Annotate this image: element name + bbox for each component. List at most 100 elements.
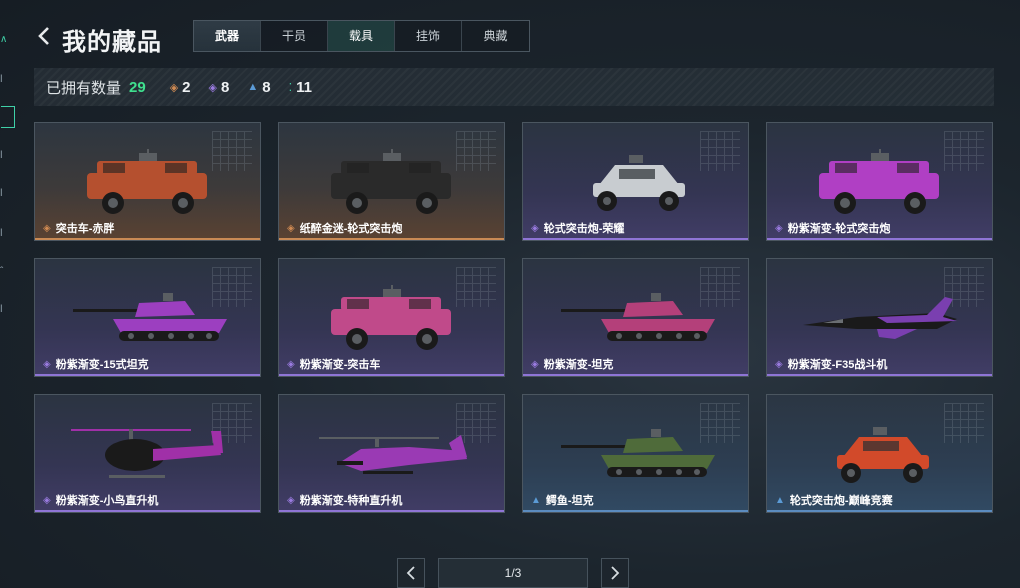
vehicle-image — [561, 293, 715, 341]
purple-rarity-icon: ◈ — [775, 358, 783, 370]
pagination: 1/3 — [0, 558, 1020, 588]
rarity-counter: ▲ 8 — [247, 79, 270, 96]
collection-item-card[interactable]: ◈ 粉紫渐变-F35战斗机 — [766, 258, 993, 377]
vehicle-image — [73, 293, 227, 341]
item-name: 粉紫渐变-15式坦克 — [55, 359, 149, 371]
vehicle-image — [87, 149, 207, 214]
side-nav-item[interactable]: ǀ — [0, 228, 3, 239]
collection-item-card[interactable]: ◈ 粉紫渐变-15式坦克 — [34, 258, 261, 377]
tab-3[interactable]: 挂饰 — [395, 21, 462, 51]
side-nav-active-marker[interactable] — [1, 106, 15, 128]
side-nav-item[interactable]: ǀ — [0, 188, 3, 199]
vehicle-image — [561, 429, 715, 477]
item-name: 鳄鱼-坦克 — [545, 495, 594, 507]
rarity-count: 2 — [182, 78, 191, 96]
rarity-baseline — [523, 374, 748, 376]
purple-rarity-icon: ◈ — [531, 358, 539, 370]
purple-rarity-icon: ◈ — [43, 358, 51, 370]
item-caption: ▲ 轮式突击炮-巅峰竞赛 — [775, 492, 893, 508]
tab-4[interactable]: 典藏 — [462, 21, 529, 51]
chevron-right-icon — [611, 566, 620, 580]
owned-summary-bar: 已拥有数量 29 ◈ 2 ◈ 8 ▲ 8 ⁚ 11 — [34, 68, 994, 106]
blue-rarity-icon: ▲ — [531, 494, 541, 506]
item-caption: ◈ 轮式突击炮-荣耀 — [531, 220, 624, 236]
rarity-counter: ◈ 2 — [170, 79, 191, 96]
rarity-count: 8 — [220, 78, 230, 96]
item-name: 粉紫渐变-坦克 — [543, 359, 614, 371]
collection-item-card[interactable]: ◈ 粉紫渐变-特种直升机 — [278, 394, 505, 513]
vehicle-image — [837, 427, 929, 483]
collection-item-card[interactable]: ◈ 粉紫渐变-轮式突击炮 — [766, 122, 993, 241]
item-name: 粉紫渐变-特种直升机 — [299, 495, 403, 507]
side-nav-caret-icon[interactable]: ˆ — [0, 266, 3, 277]
vehicle-image — [803, 297, 957, 339]
rarity-baseline — [279, 238, 504, 240]
item-caption: ◈ 粉紫渐变-轮式突击炮 — [775, 220, 890, 236]
item-caption: ▲ 鳄鱼-坦克 — [531, 492, 594, 508]
owned-total-count: 29 — [129, 78, 146, 96]
collection-item-card[interactable]: ◈ 粉紫渐变-突击车 — [278, 258, 505, 377]
item-caption: ◈ 粉紫渐变-突击车 — [287, 356, 380, 372]
vehicle-image — [819, 149, 939, 214]
rarity-baseline — [279, 510, 504, 512]
back-button[interactable] — [34, 22, 54, 50]
green-dots-icon: ⁚ — [288, 81, 293, 94]
item-name: 轮式突击炮-巅峰竞赛 — [789, 495, 893, 507]
tab-1[interactable]: 干员 — [261, 21, 328, 51]
item-caption: ◈ 粉紫渐变-15式坦克 — [43, 356, 149, 372]
page-indicator: 1/3 — [438, 558, 588, 588]
rarity-baseline — [35, 238, 260, 240]
rarity-baseline — [35, 374, 260, 376]
collection-item-card[interactable]: ◈ 粉紫渐变-小鸟直升机 — [34, 394, 261, 513]
rarity-counter: ⁚ 11 — [289, 79, 312, 96]
rarity-count: 8 — [262, 78, 271, 96]
rarity-baseline — [767, 510, 992, 512]
purple-rarity-icon: ◈ — [43, 494, 51, 506]
tab-2[interactable]: 载具 — [328, 21, 395, 51]
side-nav-arrow-icon[interactable]: ∧ — [0, 34, 7, 45]
tab-0[interactable]: 武器 — [194, 21, 261, 51]
chevron-left-icon — [406, 566, 415, 580]
rarity-baseline — [279, 374, 504, 376]
collection-item-card[interactable]: ◈ 纸醉金迷-轮式突击炮 — [278, 122, 505, 241]
blue-rarity-icon: ▲ — [775, 494, 785, 506]
chevron-left-icon — [38, 27, 49, 45]
next-page-button[interactable] — [601, 558, 629, 588]
item-caption: ◈ 粉紫渐变-F35战斗机 — [775, 356, 887, 372]
item-name: 粉紫渐变-轮式突击炮 — [787, 223, 891, 235]
item-name: 粉紫渐变-F35战斗机 — [787, 359, 888, 371]
side-nav-item[interactable]: ǀ — [0, 150, 3, 161]
vehicle-image — [319, 435, 467, 474]
gold-rarity-icon: ◈ — [43, 222, 51, 234]
item-caption: ◈ 突击车-赤胖 — [43, 220, 114, 236]
item-name: 突击车-赤胖 — [55, 223, 115, 235]
item-name: 粉紫渐变-突击车 — [299, 359, 381, 371]
rarity-baseline — [767, 374, 992, 376]
vehicle-image — [331, 285, 451, 350]
rarity-baseline — [35, 510, 260, 512]
page-title: 我的藏品 — [62, 29, 162, 56]
item-name: 轮式突击炮-荣耀 — [543, 223, 625, 235]
item-caption: ◈ 纸醉金迷-轮式突击炮 — [287, 220, 402, 236]
purple-rarity-icon: ◈ — [287, 358, 295, 370]
prev-page-button[interactable] — [397, 558, 425, 588]
rarity-baseline — [523, 510, 748, 512]
collection-item-card[interactable]: ◈ 轮式突击炮-荣耀 — [522, 122, 749, 241]
collection-item-card[interactable]: ▲ 鳄鱼-坦克 — [522, 394, 749, 513]
collection-item-card[interactable]: ◈ 粉紫渐变-坦克 — [522, 258, 749, 377]
item-caption: ◈ 粉紫渐变-特种直升机 — [287, 492, 402, 508]
purple-rarity-icon: ◈ — [531, 222, 539, 234]
side-nav-strip: ∧ ǀ ǀ ǀ ǀ ˆ ǀ — [0, 0, 20, 588]
purple-diamond-icon: ◈ — [208, 81, 217, 94]
collection-item-card[interactable]: ▲ 轮式突击炮-巅峰竞赛 — [766, 394, 993, 513]
rarity-counter: ◈ 8 — [209, 79, 230, 96]
side-nav-item[interactable]: ǀ — [0, 304, 3, 315]
gold-diamond-icon: ◈ — [169, 81, 179, 94]
vehicle-image — [593, 155, 685, 211]
purple-rarity-icon: ◈ — [775, 222, 783, 234]
side-nav-item[interactable]: ǀ — [0, 74, 3, 85]
vehicle-image — [331, 149, 451, 214]
collection-item-card[interactable]: ◈ 突击车-赤胖 — [34, 122, 261, 241]
rarity-baseline — [767, 238, 992, 240]
item-name: 粉紫渐变-小鸟直升机 — [55, 495, 159, 507]
